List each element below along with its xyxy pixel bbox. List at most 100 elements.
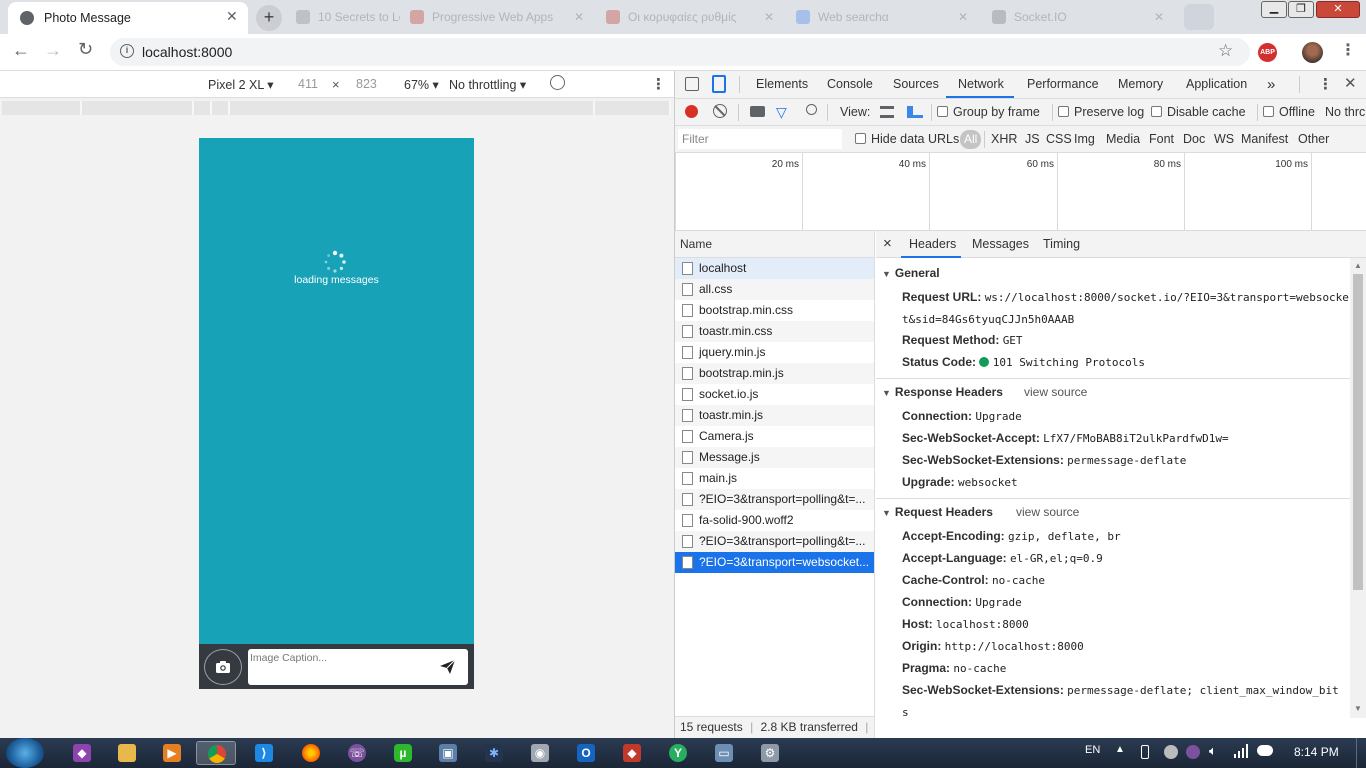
search-icon[interactable] [806, 104, 817, 115]
chrome-menu-icon[interactable]: ⋮ [1340, 40, 1356, 60]
send-icon[interactable] [440, 660, 455, 674]
filter-doc[interactable]: Doc [1183, 126, 1205, 153]
tab-background-2[interactable]: Progressive Web Apps ✕ [404, 4, 590, 30]
tab-background-3[interactable]: Οι κορυφαίες ρυθμίς ✕ [600, 4, 780, 30]
detail-scrollbar-thumb[interactable] [1353, 274, 1363, 590]
response-headers-toggle[interactable]: ▼ Response Headers [882, 385, 1003, 399]
group-by-frame-checkbox[interactable]: Group by frame [937, 99, 1040, 126]
reload-icon[interactable]: ↻ [78, 39, 93, 60]
device-toggle-icon[interactable] [712, 75, 726, 93]
request-row[interactable]: ?EIO=3&transport=polling&t=... [675, 531, 874, 552]
filter-all[interactable]: All [960, 130, 982, 149]
throttle-select[interactable]: No thrc [1325, 99, 1365, 126]
tab-elements[interactable]: Elements [756, 71, 808, 98]
record-icon[interactable] [685, 105, 698, 118]
tray-viber-icon[interactable] [1186, 745, 1200, 759]
tab-close-icon[interactable]: ✕ [226, 8, 238, 25]
taskbar-media[interactable]: ▶ [152, 741, 192, 765]
filter-img[interactable]: Img [1074, 126, 1095, 153]
filter-other[interactable]: Other [1298, 126, 1329, 153]
caption-input[interactable]: Image Caption... [248, 649, 468, 685]
taskbar-app-5[interactable]: ⚙ [750, 741, 790, 765]
filter-ws[interactable]: WS [1214, 126, 1234, 153]
filter-font[interactable]: Font [1149, 126, 1174, 153]
response-view-source-link[interactable]: view source [1024, 385, 1087, 399]
filter-js[interactable]: JS [1025, 126, 1040, 153]
taskbar-app-screenshot[interactable]: ◉ [520, 741, 560, 765]
profile-avatar[interactable] [1302, 42, 1323, 63]
taskbar-firefox[interactable] [291, 741, 331, 765]
address-bar[interactable]: i localhost:8000 ☆ [110, 38, 1250, 66]
info-icon[interactable]: i [120, 44, 134, 58]
tab-memory[interactable]: Memory [1118, 71, 1163, 98]
tab-performance[interactable]: Performance [1027, 71, 1099, 98]
taskbar-app-1[interactable]: ◆ [62, 741, 102, 765]
taskbar-app-2[interactable]: ◆ [612, 741, 652, 765]
request-row[interactable]: jquery.min.js [675, 342, 874, 363]
request-row[interactable]: Message.js [675, 447, 874, 468]
tab-background-1[interactable]: 10 Secrets to Le [290, 4, 400, 30]
zoom-select[interactable]: 67% ▾ [404, 77, 439, 92]
maximize-button[interactable]: ❐ [1288, 1, 1314, 18]
timeline-overview[interactable]: 20 ms 40 ms 60 ms 80 ms 100 ms [675, 153, 1366, 231]
inspect-element-icon[interactable] [685, 77, 699, 91]
show-desktop-button[interactable] [1356, 738, 1366, 768]
taskbar-app-4[interactable]: ▭ [704, 741, 744, 765]
cloud-sync-icon[interactable] [1257, 745, 1273, 756]
general-section-toggle[interactable]: ▼ General [882, 266, 940, 280]
tab-application[interactable]: Application [1186, 71, 1247, 98]
devtools-close-icon[interactable]: ✕ [1344, 74, 1357, 92]
new-tab-button[interactable]: + [256, 5, 282, 31]
tab-background-5[interactable]: Socket.IO ✕ [986, 4, 1170, 30]
more-tabs-button[interactable]: » [1267, 71, 1275, 98]
url-text[interactable]: localhost:8000 [142, 44, 232, 60]
tab-sources[interactable]: Sources [893, 71, 939, 98]
adblock-icon[interactable]: ABP [1258, 43, 1277, 62]
clear-icon[interactable] [713, 104, 727, 118]
tray-app-icon[interactable] [1164, 745, 1178, 759]
close-detail-icon[interactable]: × [883, 235, 892, 252]
device-height-input[interactable]: 823 [356, 77, 377, 91]
bookmark-star-icon[interactable]: ☆ [1218, 41, 1233, 61]
back-icon[interactable]: ← [12, 40, 30, 61]
filter-media[interactable]: Media [1106, 126, 1140, 153]
filter-manifest[interactable]: Manifest [1241, 126, 1288, 153]
tab-network[interactable]: Network [958, 71, 1004, 98]
tab-background-4[interactable]: Web searchα ✕ [790, 4, 974, 30]
taskbar-explorer[interactable] [107, 741, 147, 765]
filter-xhr[interactable]: XHR [991, 126, 1017, 153]
request-row[interactable]: main.js [675, 468, 874, 489]
taskbar-viber[interactable]: ☏ [337, 741, 377, 765]
disable-cache-checkbox[interactable]: Disable cache [1151, 99, 1246, 126]
device-menu-icon[interactable]: ⋮ [651, 75, 666, 93]
filter-css[interactable]: CSS [1046, 126, 1072, 153]
tray-phone-icon[interactable] [1141, 745, 1149, 759]
request-row[interactable]: all.css [675, 279, 874, 300]
screenshot-camera-icon[interactable] [750, 106, 765, 117]
rotate-icon[interactable] [550, 75, 565, 90]
request-row[interactable]: bootstrap.min.css [675, 300, 874, 321]
taskbar-chrome[interactable] [196, 741, 236, 765]
detail-tab-timing[interactable]: Timing [1043, 231, 1080, 258]
request-row[interactable]: socket.io.js [675, 384, 874, 405]
throttling-select[interactable]: No throttling ▾ [449, 77, 526, 92]
request-row[interactable]: Camera.js [675, 426, 874, 447]
preserve-log-checkbox[interactable]: Preserve log [1058, 99, 1144, 126]
filter-input[interactable]: Filter [678, 129, 842, 149]
name-column-header[interactable]: Name [675, 231, 874, 258]
request-row[interactable]: ?EIO=3&transport=websocket... [675, 552, 874, 573]
volume-icon[interactable]: 🔈︎ [1209, 743, 1217, 759]
taskbar-app-dark[interactable]: ✱ [474, 741, 514, 765]
request-row[interactable]: toastr.min.js [675, 405, 874, 426]
tray-expand-icon[interactable]: ▲ [1115, 744, 1125, 755]
network-signal-icon[interactable] [1234, 744, 1248, 758]
request-row[interactable]: toastr.min.css [675, 321, 874, 342]
tab-console[interactable]: Console [827, 71, 873, 98]
forward-icon[interactable]: → [44, 40, 62, 61]
request-view-source-link[interactable]: view source [1016, 505, 1079, 519]
tab-photo-message[interactable]: Photo Message ✕ [8, 2, 248, 34]
start-button[interactable] [6, 738, 44, 768]
request-row[interactable]: fa-solid-900.woff2 [675, 510, 874, 531]
request-row[interactable]: localhost [675, 258, 874, 279]
camera-button[interactable] [204, 649, 242, 685]
